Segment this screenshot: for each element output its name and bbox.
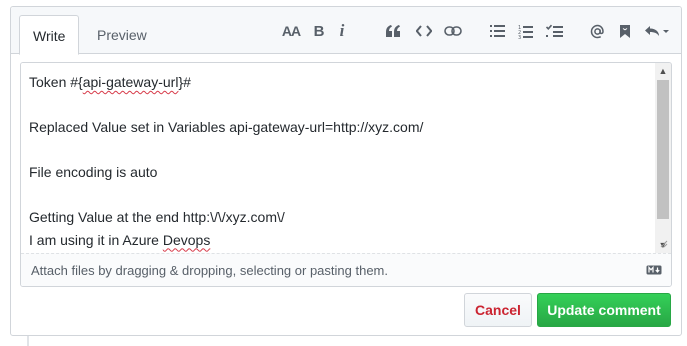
misspelled-word: Devops <box>162 231 211 248</box>
markdown-icon[interactable] <box>646 265 662 275</box>
timeline-line <box>27 336 29 346</box>
text-line: Token #{api-gateway-url}# <box>29 74 191 90</box>
text-line <box>29 139 648 162</box>
text-line: Getting Value at the end http:\/\/xyz.co… <box>29 209 285 225</box>
text-line: I am using it in Azure Devops <box>29 231 211 248</box>
comment-body-text[interactable]: Token #{api-gateway-url}# Replaced Value… <box>21 63 656 253</box>
reply-icon[interactable] <box>643 19 673 43</box>
tab-preview[interactable]: Preview <box>84 15 160 55</box>
unordered-list-icon[interactable] <box>486 19 510 43</box>
quote-icon[interactable] <box>381 19 405 43</box>
text-line: File encoding is auto <box>29 164 158 180</box>
text-line <box>29 184 648 207</box>
task-list-icon[interactable] <box>542 19 566 43</box>
italic-icon[interactable]: i <box>330 19 354 43</box>
cancel-button[interactable]: Cancel <box>464 293 532 327</box>
svg-text:3: 3 <box>518 35 521 39</box>
update-comment-button[interactable]: Update comment <box>537 293 671 327</box>
bookmark-icon[interactable] <box>613 19 637 43</box>
misspelled-word: api-gateway-url <box>82 74 179 90</box>
comment-textarea[interactable]: Token #{api-gateway-url}# Replaced Value… <box>20 62 672 287</box>
tab-write[interactable]: Write <box>19 15 80 55</box>
text-size-icon[interactable]: AA <box>279 19 303 43</box>
file-drop-zone[interactable]: Attach files by dragging & dropping, sel… <box>21 253 671 286</box>
text-line: Replaced Value set in Variables api-gate… <box>29 119 424 135</box>
mention-icon[interactable] <box>585 19 609 43</box>
ordered-list-icon[interactable]: 123 <box>514 19 538 43</box>
textarea-scrollbar[interactable]: ▲ ▼ <box>655 63 671 253</box>
resize-grip-icon[interactable] <box>658 238 668 248</box>
bold-icon[interactable]: B <box>307 19 331 43</box>
code-icon[interactable] <box>412 19 436 43</box>
link-icon[interactable] <box>441 19 465 43</box>
scroll-up-arrow-icon[interactable]: ▲ <box>655 63 671 79</box>
comment-editor: Write Preview AA B i 123 Token #{api-gat… <box>10 6 682 336</box>
scroll-thumb[interactable] <box>657 80 669 219</box>
file-drop-hint: Attach files by dragging & dropping, sel… <box>31 263 388 278</box>
text-line <box>29 94 648 117</box>
editor-tabbar: Write Preview AA B i 123 <box>11 7 681 55</box>
